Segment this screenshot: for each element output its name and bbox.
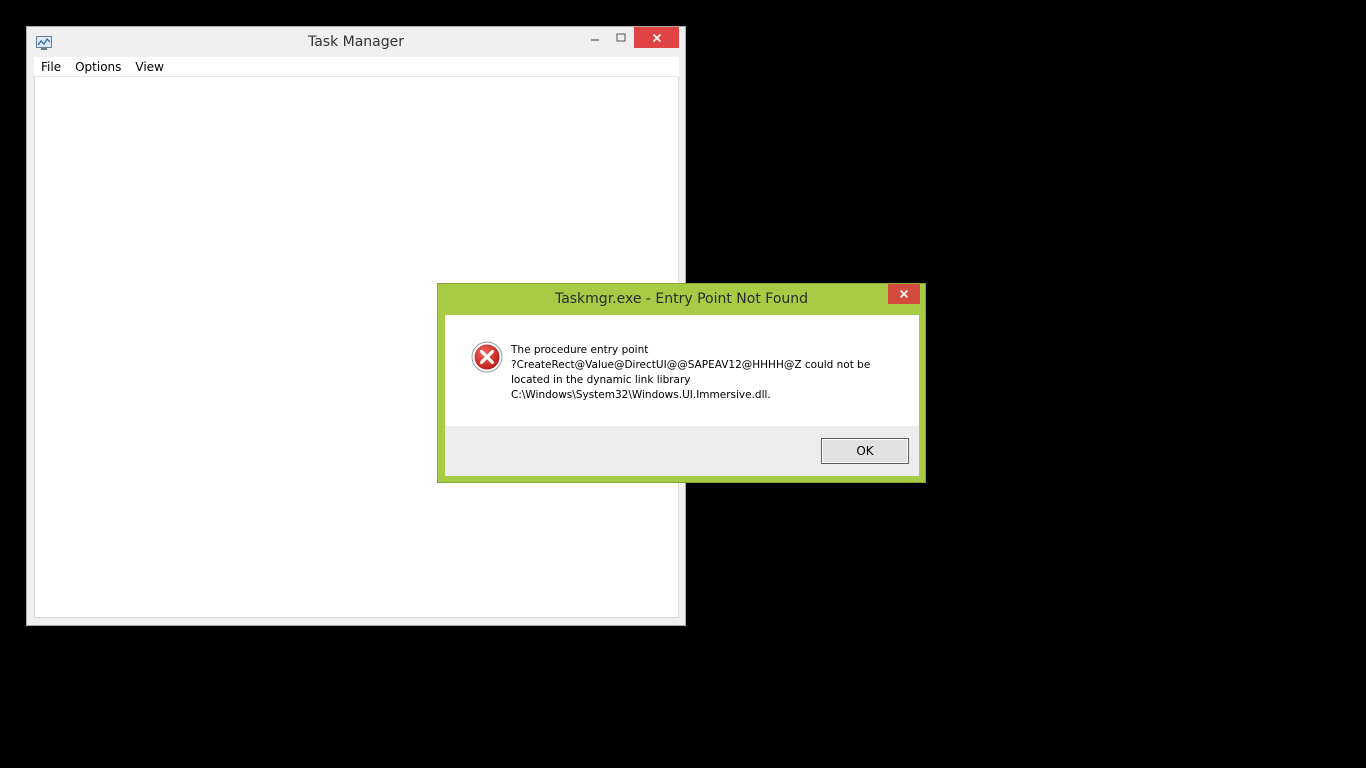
- error-dialog[interactable]: Taskmgr.exe - Entry Point Not Found The …: [437, 283, 926, 483]
- message-line: located in the dynamic link library: [511, 374, 691, 386]
- close-button[interactable]: [634, 27, 679, 48]
- minimize-button[interactable]: [582, 27, 608, 48]
- maximize-icon: [616, 33, 626, 41]
- close-icon: [652, 33, 661, 42]
- message-line: ?CreateRect@Value@DirectUI@@SAPEAV12@HHH…: [511, 359, 871, 371]
- message-line: C:\Windows\System32\Windows.UI.Immersive…: [511, 389, 771, 401]
- menu-bar: File Options View: [34, 57, 679, 77]
- window-controls: [582, 27, 679, 48]
- dialog-title: Taskmgr.exe - Entry Point Not Found: [554, 291, 809, 307]
- menu-file[interactable]: File: [41, 60, 61, 74]
- minimize-icon: [591, 38, 599, 41]
- dialog-footer: OK: [445, 426, 919, 476]
- maximize-button[interactable]: [608, 27, 634, 48]
- close-icon: [899, 289, 909, 299]
- dialog-close-button[interactable]: [888, 284, 920, 304]
- menu-view[interactable]: View: [135, 60, 163, 74]
- message-line: The procedure entry point: [511, 344, 649, 356]
- error-icon: [471, 341, 503, 373]
- dialog-body: The procedure entry point ?CreateRect@Va…: [445, 315, 919, 476]
- menu-options[interactable]: Options: [75, 60, 121, 74]
- ok-button[interactable]: OK: [821, 438, 909, 464]
- dialog-message: The procedure entry point ?CreateRect@Va…: [511, 343, 901, 403]
- task-manager-titlebar[interactable]: Task Manager: [27, 27, 685, 57]
- desktop: Task Manager File Options View Taskmgr.e…: [0, 0, 1366, 768]
